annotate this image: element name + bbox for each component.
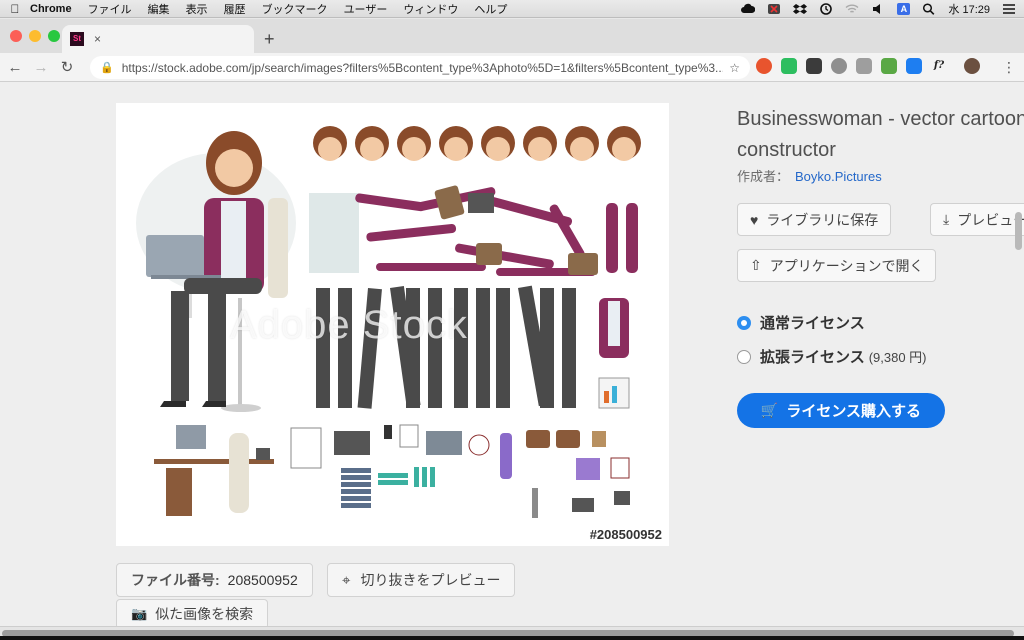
heart-icon: ♥ (750, 211, 759, 228)
chrome-menu-icon[interactable]: ⋮ (1002, 59, 1016, 76)
crop-icon: ⌖ (342, 571, 351, 589)
f-formula-icon[interactable]: f? (931, 58, 947, 74)
notification-center-icon[interactable] (1002, 3, 1016, 15)
extended-license-option[interactable]: 拡張ライセンス (9,380 円) (737, 346, 927, 367)
menu-app-name[interactable]: Chrome (30, 3, 72, 15)
maximize-window-button[interactable] (48, 30, 60, 42)
menu-history[interactable]: 履歴 (224, 1, 246, 17)
menu-bar:  Chrome ファイル 編集 表示 履歴 ブックマーク ユーザー ウィンドウ… (0, 0, 1024, 18)
file-number-label: ファイル番号: (131, 572, 220, 588)
menu-people[interactable]: ユーザー (344, 1, 388, 17)
asset-title-line1: Businesswoman - vector cartoon (737, 108, 1024, 130)
file-number-value: 208500952 (227, 572, 298, 588)
ext-dark-icon[interactable] (806, 58, 822, 74)
forward-arrow-icon[interactable]: → (30, 59, 52, 76)
save-to-library-label: ライブラリに保存 (766, 211, 879, 228)
sync-icon[interactable] (819, 3, 833, 15)
reload-icon[interactable]: ↻ (56, 58, 78, 76)
asset-preview-image[interactable]: Adobe Stock #208500952 (116, 103, 669, 546)
google-drive-icon[interactable] (856, 58, 872, 74)
lock-icon[interactable]: 🔒 (100, 61, 114, 74)
save-to-library-button[interactable]: ♥ ライブラリに保存 (737, 203, 892, 236)
url-text[interactable]: https://stock.adobe.com/jp/search/images… (122, 61, 724, 75)
dropbox-icon[interactable] (906, 58, 922, 74)
extended-license-label: 拡張ライセンス (760, 349, 865, 366)
crop-preview-label: 切り抜きをプレビュー (360, 572, 501, 588)
menu-file[interactable]: ファイル (88, 1, 132, 17)
standard-license-label: 通常ライセンス (760, 315, 865, 332)
back-arrow-icon[interactable]: ← (4, 59, 26, 76)
menu-help[interactable]: ヘルプ (474, 1, 507, 17)
page-content: Adobe Stock #208500952 ファイル番号: 208500952… (0, 82, 1024, 626)
adobe-stock-favicon-icon: St (70, 32, 84, 46)
menu-edit[interactable]: 編集 (148, 1, 170, 17)
cart-icon: 🛒 (760, 402, 779, 418)
creative-cloud-icon[interactable] (741, 3, 756, 15)
author-label: 作成者： (737, 169, 790, 184)
volume-icon[interactable] (871, 3, 885, 15)
share-icon: ⇧ (750, 257, 762, 273)
window-controls (10, 30, 60, 42)
open-in-app-button[interactable]: ⇧ アプリケーションで開く (737, 249, 937, 282)
extension-icons: f? (756, 58, 980, 74)
input-source-icon[interactable]: A (897, 3, 911, 15)
extended-license-price: (9,380 円) (868, 350, 927, 365)
crop-preview-button[interactable]: ⌖ 切り抜きをプレビュー (327, 563, 516, 597)
ext-green-icon[interactable] (881, 58, 897, 74)
author-line: 作成者： Boyko.Pictures (737, 166, 882, 185)
download-preview-label: プレビュー (957, 211, 1024, 228)
standard-license-radio[interactable] (737, 315, 751, 330)
tab-close-icon[interactable]: × (94, 32, 101, 46)
spotlight-search-icon[interactable] (922, 3, 936, 15)
camera-icon: 📷 (131, 606, 148, 621)
menubar-clock[interactable]: 水 17:29 (948, 1, 990, 17)
wifi-icon[interactable] (845, 3, 859, 15)
author-link[interactable]: Boyko.Pictures (795, 169, 882, 184)
browser-toolbar: ← → ↻ 🔒 https://stock.adobe.com/jp/searc… (0, 53, 1024, 82)
similar-search-label: 似た画像を検索 (155, 606, 254, 622)
asset-id-label: #208500952 (589, 527, 662, 542)
address-bar[interactable]: 🔒 https://stock.adobe.com/jp/search/imag… (90, 56, 750, 79)
asset-title-line2: constructor (737, 139, 836, 161)
menu-bookmarks[interactable]: ブックマーク (262, 1, 328, 17)
asset-title: Businesswoman - vector cartoon construct… (737, 104, 1024, 166)
apple-icon[interactable]:  (0, 2, 30, 16)
screen-edge (0, 636, 1024, 640)
tab-strip: St Character Animation のストック × + (0, 19, 1024, 68)
dropbox-status-icon[interactable] (793, 3, 808, 15)
bookmark-star-icon[interactable]: ☆ (729, 61, 740, 75)
download-preview-button[interactable]: ⤓ プレビュー (930, 203, 1024, 236)
new-tab-button[interactable]: + (264, 30, 275, 48)
extended-license-radio[interactable] (737, 349, 751, 364)
tab-active[interactable]: St Character Animation のストック × (62, 25, 957, 68)
menu-view[interactable]: 表示 (186, 1, 208, 17)
ext-gray-icon[interactable] (831, 58, 847, 74)
open-in-app-label: アプリケーションで開く (769, 257, 924, 274)
profile-avatar[interactable] (964, 58, 980, 74)
minimize-window-button[interactable] (29, 30, 41, 42)
standard-license-option[interactable]: 通常ライセンス (737, 312, 865, 333)
x-status-icon[interactable] (767, 3, 781, 15)
download-icon: ⤓ (943, 211, 950, 227)
file-number-chip: ファイル番号: 208500952 (116, 563, 313, 597)
vertical-scrollbar[interactable] (1015, 212, 1022, 250)
menu-window[interactable]: ウィンドウ (403, 1, 458, 17)
preview-watermark: Adobe Stock (230, 303, 468, 347)
buy-license-label: ライセンス購入する (786, 403, 922, 420)
similar-image-search-button[interactable]: 📷 似た画像を検索 (116, 599, 269, 626)
ext-red-icon[interactable] (756, 58, 772, 74)
buy-license-button[interactable]: 🛒 ライセンス購入する (737, 393, 945, 428)
close-window-button[interactable] (10, 30, 22, 42)
evernote-icon[interactable] (781, 58, 797, 74)
